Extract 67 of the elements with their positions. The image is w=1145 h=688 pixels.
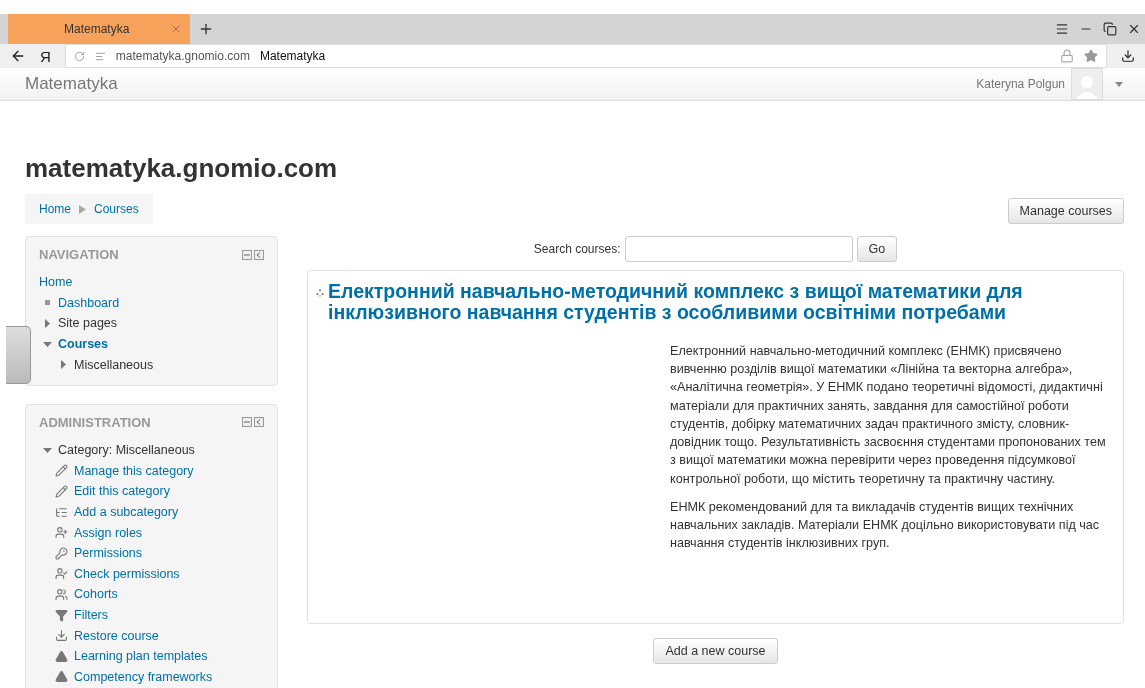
nav-item[interactable]: Miscellaneous <box>74 357 154 372</box>
browser-tab[interactable]: Matematyka <box>8 14 190 44</box>
star-icon[interactable] <box>1084 49 1098 63</box>
menu-icon[interactable] <box>1055 22 1069 36</box>
site-name[interactable]: Matematyka <box>25 74 118 94</box>
add-course-button[interactable]: Add a new course <box>653 637 778 664</box>
download-icon <box>55 629 68 643</box>
browser-logo[interactable]: Я <box>40 47 51 65</box>
lock-icon[interactable] <box>1060 49 1074 63</box>
back-icon[interactable] <box>10 48 26 64</box>
admin-link[interactable]: Add a subcategory <box>74 505 179 520</box>
course-title[interactable]: Електронний навчально-методичний комплекс з вищої математики для інклюзивного навчання студентів з особливими освітніми потребами <box>328 281 1115 324</box>
block-controls-icon[interactable] <box>242 249 264 260</box>
reader-icon[interactable] <box>94 50 106 62</box>
filter-icon <box>55 608 68 622</box>
admin-link[interactable]: Permissions <box>74 546 143 561</box>
nav-item[interactable]: Site pages <box>58 316 118 331</box>
block-controls-icon[interactable] <box>242 417 264 428</box>
new-tab-icon[interactable] <box>198 21 214 37</box>
collapsed-icon[interactable] <box>43 319 52 328</box>
dock-handle[interactable] <box>6 326 31 384</box>
page-heading: matematyka.gnomio.com <box>25 153 339 184</box>
go-button[interactable]: Go <box>856 236 898 262</box>
download-icon[interactable] <box>1121 49 1135 63</box>
admin-link[interactable]: Edit this category <box>74 484 170 499</box>
restore-icon[interactable] <box>1103 22 1117 36</box>
nav-link[interactable]: Home <box>39 275 73 290</box>
caret-icon[interactable] <box>1115 81 1123 87</box>
close-icon[interactable] <box>1127 22 1141 36</box>
list-icon <box>55 505 68 519</box>
manage-courses-button[interactable]: Manage courses <box>1007 198 1124 224</box>
user-icon <box>55 567 68 581</box>
category-item[interactable]: Category: Miscellaneous <box>58 443 195 458</box>
admin-link[interactable]: Assign roles <box>74 525 143 540</box>
separator-icon <box>79 204 86 214</box>
admin-link[interactable]: Learning plan templates <box>74 649 208 664</box>
breadcrumb-link[interactable]: Home <box>39 202 71 216</box>
search-label: Search courses: <box>533 242 621 256</box>
user-name[interactable]: Kateryna Polgun <box>976 77 1065 91</box>
expanded-icon[interactable] <box>43 339 52 349</box>
admin-link[interactable]: Competency frameworks <box>74 669 213 684</box>
triangle-icon <box>55 670 68 684</box>
collapsed-icon[interactable] <box>59 360 68 370</box>
block-title: NAVIGATION <box>39 247 119 262</box>
course-summary: ЕНМК рекомендований для та викладачів студентів вищих технічних навчальних закладів. Матеріали ЕНМК доцільно використовувати під час навчання студентів інклюзивних груп. <box>670 498 1101 553</box>
users-icon <box>55 587 68 601</box>
admin-link[interactable]: Restore course <box>74 628 159 643</box>
admin-link[interactable]: Manage this category <box>74 463 194 478</box>
bullet-icon <box>43 299 52 306</box>
nav-link[interactable]: Courses <box>58 337 109 352</box>
admin-link[interactable]: Check permissions <box>74 566 180 581</box>
pencil-icon <box>55 464 68 478</box>
triangle-icon <box>55 649 68 663</box>
key-icon <box>55 546 68 560</box>
search-field[interactable] <box>624 236 853 262</box>
course-icon <box>316 286 324 300</box>
expanded-icon[interactable] <box>43 445 52 455</box>
reload-icon[interactable] <box>73 50 85 62</box>
pencil-icon <box>55 484 68 498</box>
block-title: ADMINISTRATION <box>39 414 151 430</box>
course-summary: Електронний навчально-методичний комплекс (ЕНМК) присвячено вивченню розділів вищої математики «Лінійна та векторна алгебра», «Аналітична геометрія». У ЕНМК подано теоретичні відомості, дидактичні матеріали для практичних занять, завдання для самостійної роботи студентів, добірку математичних задач практичного змісту, словник-довідник тощо. Результативність засвоєння студентами пропонованих тем з вищої математики можна перевірити через проведення підсумкової контрольної роботи, що містить теоретичну та практичну частину. <box>670 342 1107 488</box>
breadcrumb-link[interactable]: Courses <box>94 202 139 216</box>
admin-link[interactable]: Cohorts <box>74 587 118 602</box>
admin-link[interactable]: Filters <box>74 608 109 622</box>
user-icon <box>55 526 68 540</box>
address-bar[interactable]: matematyka.gnomio.com Matematyka <box>64 44 1107 68</box>
nav-link[interactable]: Dashboard <box>58 295 120 310</box>
